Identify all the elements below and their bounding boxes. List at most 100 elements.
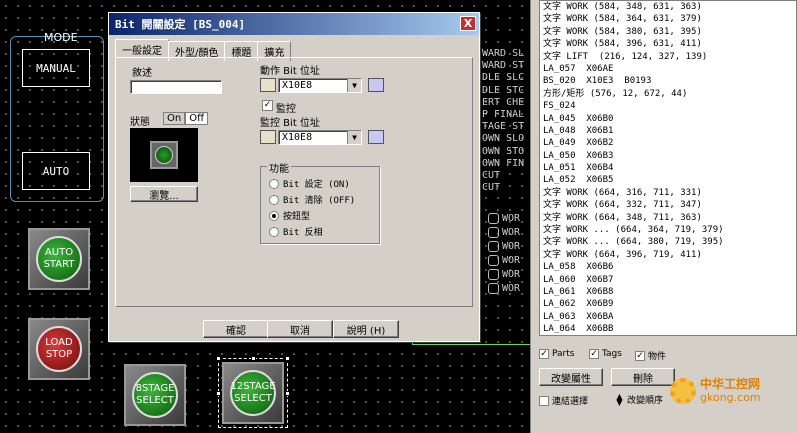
state-on-button[interactable]: On bbox=[163, 112, 186, 125]
radio-bit-invert[interactable]: Bit 反相 bbox=[269, 225, 323, 238]
check-icon: ✓ bbox=[589, 349, 599, 359]
monitor-address-value: X10E8 bbox=[282, 132, 313, 143]
list-item[interactable]: 文字 WORK (584, 348, 631, 363) bbox=[540, 1, 796, 13]
work-label: WOR bbox=[502, 241, 521, 252]
selection-handle[interactable] bbox=[216, 391, 221, 396]
list-item[interactable]: LA_050 X06B3 bbox=[540, 150, 796, 162]
list-item[interactable]: LA_058 X06B6 bbox=[540, 261, 796, 273]
keypad-icon[interactable] bbox=[368, 78, 384, 92]
state-label: 狀態 bbox=[130, 117, 150, 128]
general-panel: 敘述 狀態 On Off 瀏覽... 動作 Bit 位址 X10E8 ▼ ✓ 監… bbox=[115, 57, 473, 307]
chevron-down-icon[interactable]: ▼ bbox=[347, 79, 361, 92]
tags-checkbox[interactable]: ✓ Tags bbox=[589, 349, 622, 359]
selection-handle[interactable] bbox=[285, 356, 290, 361]
auto-start-label: AUTO START bbox=[36, 236, 82, 282]
list-item[interactable]: 文字 WORK (664, 332, 711, 347) bbox=[540, 199, 796, 211]
list-item[interactable]: LA_064 X06BB bbox=[540, 323, 796, 335]
list-item[interactable]: 文字 WORK (584, 380, 631, 395) bbox=[540, 26, 796, 38]
delete-button[interactable]: 刪除 bbox=[611, 368, 675, 386]
parts-checkbox[interactable]: ✓ Parts bbox=[539, 349, 574, 359]
mode-title: MODE bbox=[44, 31, 78, 44]
cancel-button[interactable]: 取消 bbox=[267, 320, 333, 338]
12stage-select-lamp[interactable]: 12STAGE SELECT bbox=[222, 362, 284, 424]
list-item[interactable]: LA_057 X06AE bbox=[540, 63, 796, 75]
state-toggle: On Off bbox=[163, 112, 208, 125]
indicator-icon bbox=[488, 269, 499, 280]
list-item[interactable]: LA_063 X06BA bbox=[540, 311, 796, 323]
work-label: WOR bbox=[502, 227, 521, 238]
address-picker-icon[interactable] bbox=[260, 78, 276, 92]
change-order-control[interactable]: ▲ ▼ 改變順序 bbox=[615, 392, 663, 406]
monitor-address-select[interactable]: X10E8 ▼ bbox=[278, 130, 362, 145]
checkbox-empty bbox=[539, 395, 549, 406]
list-item[interactable]: LA_048 X06B1 bbox=[540, 125, 796, 137]
list-item[interactable]: LA_049 X06B2 bbox=[540, 137, 796, 149]
list-item[interactable]: LA_062 X06B9 bbox=[540, 298, 796, 310]
radio-dot bbox=[269, 226, 279, 237]
browse-button[interactable]: 瀏覽... bbox=[130, 186, 198, 202]
tags-label: Tags bbox=[602, 349, 622, 359]
gear-logo-icon bbox=[670, 378, 696, 404]
objects-label: 物件 bbox=[648, 352, 667, 362]
list-item[interactable]: FS_024 bbox=[540, 100, 796, 112]
radio-push-button[interactable]: 按鈕型 bbox=[269, 209, 310, 222]
list-item[interactable]: 文字 WORK (664, 316, 711, 331) bbox=[540, 187, 796, 199]
state-off-button[interactable]: Off bbox=[185, 112, 208, 125]
12stage-select-label: 12STAGE SELECT bbox=[230, 370, 276, 416]
manual-button[interactable]: MANUAL bbox=[22, 49, 90, 87]
list-item[interactable]: 文字 WORK (664, 348, 711, 363) bbox=[540, 212, 796, 224]
desc-input[interactable] bbox=[130, 80, 222, 94]
list-item[interactable]: LA_051 X06B4 bbox=[540, 162, 796, 174]
watermark: 中华工控网 gkong.com bbox=[670, 378, 761, 404]
radio-bit-set[interactable]: Bit 設定 (ON) bbox=[269, 177, 350, 190]
list-item[interactable]: 文字 LIFT (216, 124, 327, 139) bbox=[540, 51, 796, 63]
work-indicator: WOR bbox=[488, 227, 520, 238]
desc-label: 敘述 bbox=[132, 68, 152, 79]
list-item[interactable]: 文字 WORK (584, 396, 631, 411) bbox=[540, 38, 796, 50]
keypad-icon[interactable] bbox=[368, 130, 384, 144]
list-item[interactable]: 文字 WORK ... (664, 364, 719, 379) bbox=[540, 224, 796, 236]
work-label: WOR bbox=[502, 213, 521, 224]
auto-start-lamp[interactable]: AUTO START bbox=[28, 228, 90, 290]
selection-handle[interactable] bbox=[251, 356, 256, 361]
indicator-icon bbox=[488, 283, 499, 294]
help-button[interactable]: 說明 (H) bbox=[333, 320, 399, 338]
radio-dot bbox=[269, 178, 279, 189]
button-preview bbox=[130, 128, 198, 182]
object-list[interactable]: 文字 WORK (584, 348, 631, 363) 文字 WORK (584… bbox=[539, 0, 797, 336]
monitor-checkbox[interactable]: ✓ bbox=[262, 100, 273, 111]
list-item[interactable]: LA_052 X06B5 bbox=[540, 174, 796, 186]
spin-icon[interactable]: ▲ ▼ bbox=[615, 392, 624, 406]
indicator-icon bbox=[488, 227, 499, 238]
radio-bit-clear[interactable]: Bit 清除 (OFF) bbox=[269, 193, 355, 206]
work-label: WOR bbox=[502, 269, 521, 280]
list-item[interactable]: LA_060 X06B7 bbox=[540, 274, 796, 286]
continuous-select-checkbox[interactable]: 連結選擇 bbox=[539, 394, 588, 407]
close-button[interactable]: X bbox=[460, 16, 476, 31]
preview-button bbox=[150, 141, 178, 169]
address-picker-icon[interactable] bbox=[260, 130, 276, 144]
objects-checkbox[interactable]: ✓ 物件 bbox=[635, 349, 666, 362]
list-item[interactable]: 文字 WORK (664, 396, 719, 411) bbox=[540, 249, 796, 261]
load-stop-lamp[interactable]: LOAD STOP bbox=[28, 318, 90, 380]
background-labels: WARD SL WARD ST DLE SLC DLE STC ERT CHE … bbox=[482, 48, 525, 194]
action-address-select[interactable]: X10E8 ▼ bbox=[278, 78, 362, 93]
list-item[interactable]: 方形/矩形 (576, 12, 672, 44) bbox=[540, 88, 796, 100]
list-item[interactable]: 文字 WORK ... (664, 380, 719, 395) bbox=[540, 236, 796, 248]
list-item[interactable]: 文字 WORK (584, 364, 631, 379) bbox=[540, 13, 796, 25]
ok-button[interactable]: 確認 bbox=[203, 320, 269, 338]
function-group-label: 功能 bbox=[267, 160, 291, 175]
radio-label: 按鈕型 bbox=[283, 212, 311, 222]
work-indicator: WOR bbox=[488, 241, 520, 252]
chevron-down-icon[interactable]: ▼ bbox=[347, 131, 361, 144]
auto-button[interactable]: AUTO bbox=[22, 152, 90, 190]
list-item[interactable]: LA_061 X06B8 bbox=[540, 286, 796, 298]
change-attr-button[interactable]: 改變屬性 bbox=[539, 368, 603, 386]
bit-switch-dialog: Bit 開關設定 [BS_004] X 一般設定 外型/顏色 標題 擴充 敘述 … bbox=[108, 12, 480, 342]
8stage-select-lamp[interactable]: 8STAGE SELECT bbox=[124, 364, 186, 426]
selection-handle[interactable] bbox=[285, 391, 290, 396]
list-item[interactable]: BS_020 X10E3 B0193 bbox=[540, 75, 796, 87]
list-item[interactable]: LA_045 X06B0 bbox=[540, 113, 796, 125]
monitor-address-label: 監控 Bit 位址 bbox=[260, 118, 320, 129]
selection-handle[interactable] bbox=[216, 356, 221, 361]
